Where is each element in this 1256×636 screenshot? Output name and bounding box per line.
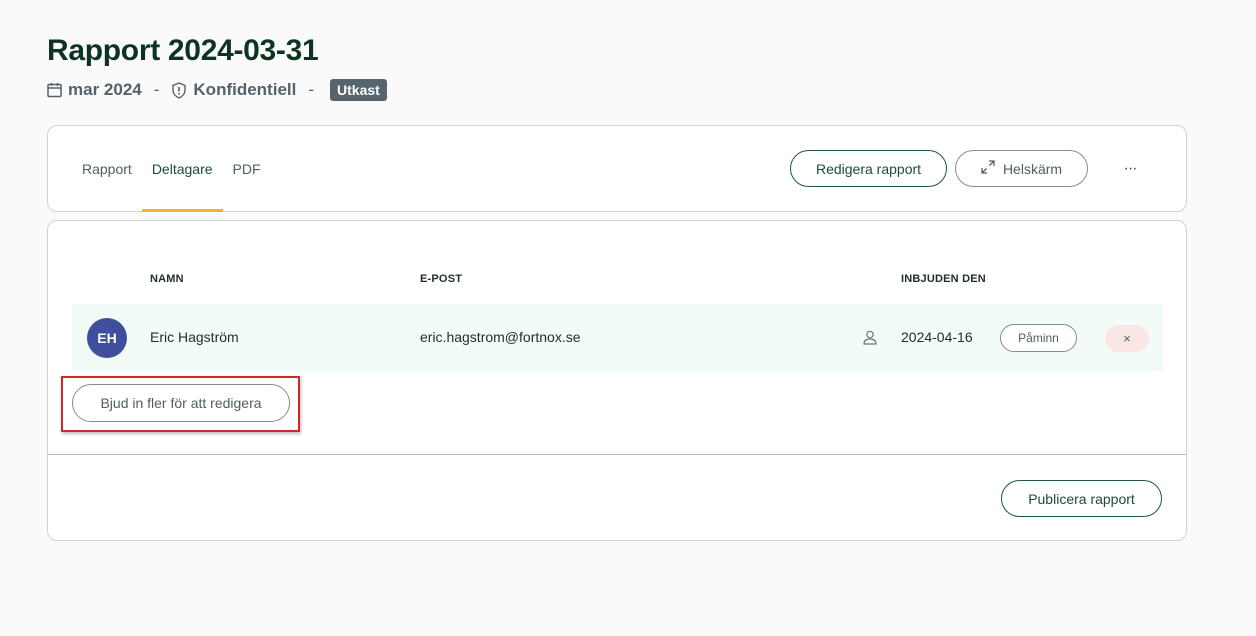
report-date: mar 2024	[68, 80, 142, 99]
divider	[48, 454, 1186, 455]
edit-report-label: Redigera rapport	[815, 160, 922, 177]
fullscreen-button[interactable]: Helskärm	[955, 150, 1088, 187]
publish-report-button[interactable]: Publicera rapport	[1001, 480, 1162, 517]
tab-pdf[interactable]: PDF	[223, 126, 271, 212]
edit-report-button[interactable]: Redigera rapport	[790, 150, 947, 187]
column-header-name: NAMN	[150, 273, 184, 285]
meta-separator: -	[308, 80, 315, 99]
participant-name: Eric Hagström	[150, 329, 239, 345]
fullscreen-label: Helskärm	[1002, 160, 1063, 177]
shield-icon	[171, 81, 187, 99]
tab-deltagare[interactable]: Deltagare	[141, 126, 223, 212]
more-options-button[interactable]: ···	[1112, 158, 1148, 180]
table-row: EH Eric Hagström eric.hagstrom@fortnox.s…	[72, 304, 1163, 371]
tab-list: Rapport Deltagare PDF	[72, 126, 271, 212]
invite-more-label: Bjud in fler för att redigera	[100, 395, 262, 411]
invited-date: 2024-04-16	[901, 329, 973, 345]
remind-button[interactable]: Påminn	[1000, 324, 1077, 352]
avatar: EH	[87, 318, 127, 358]
publish-report-label: Publicera rapport	[1028, 490, 1135, 507]
participants-card: NAMN E-POST INBJUDEN DEN EH Eric Hagströ…	[47, 220, 1187, 541]
column-header-invited: INBJUDEN DEN	[901, 273, 986, 285]
column-header-email: E-POST	[420, 273, 463, 285]
calendar-icon	[47, 82, 62, 98]
status-badge: Utkast	[330, 79, 387, 101]
confidentiality-label: Konfidentiell	[193, 80, 297, 99]
participant-email: eric.hagstrom@fortnox.se	[420, 329, 581, 345]
tab-bar-card: Rapport Deltagare PDF Redigera rapport H…	[47, 125, 1187, 212]
close-icon: ×	[1123, 331, 1131, 346]
remind-label: Påminn	[1018, 331, 1059, 345]
meta-separator: -	[153, 80, 160, 99]
user-icon	[863, 330, 877, 350]
more-icon: ···	[1123, 160, 1138, 177]
page-title: Rapport 2024-03-31	[47, 34, 319, 67]
invite-more-button[interactable]: Bjud in fler för att redigera	[72, 384, 290, 422]
remove-participant-button[interactable]: ×	[1105, 325, 1149, 352]
report-meta: mar 2024 - Konfidentiell - Utkast	[47, 78, 387, 102]
tab-rapport[interactable]: Rapport	[72, 126, 142, 212]
expand-icon	[981, 160, 995, 177]
